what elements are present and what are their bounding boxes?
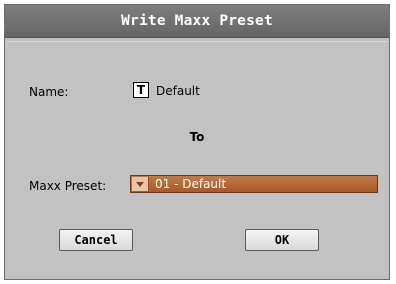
to-label: To	[189, 130, 205, 144]
maxx-preset-select[interactable]: 01 - Default	[130, 175, 378, 193]
dropdown-arrow-icon[interactable]	[132, 177, 149, 191]
dialog-content: Name: T Default To Maxx Preset: 01 - Def…	[7, 41, 387, 275]
text-edit-icon[interactable]: T	[133, 82, 149, 98]
dialog-title: Write Maxx Preset	[121, 13, 273, 29]
maxx-preset-label: Maxx Preset:	[29, 179, 107, 193]
name-label: Name:	[29, 85, 69, 99]
name-value: Default	[156, 84, 200, 98]
dialog-title-bar: Write Maxx Preset	[5, 5, 389, 38]
ok-button[interactable]: OK	[245, 229, 319, 251]
write-maxx-preset-dialog: Write Maxx Preset Name: T Default To Max…	[4, 4, 390, 280]
maxx-preset-value: 01 - Default	[155, 177, 227, 191]
cancel-button[interactable]: Cancel	[59, 229, 133, 251]
